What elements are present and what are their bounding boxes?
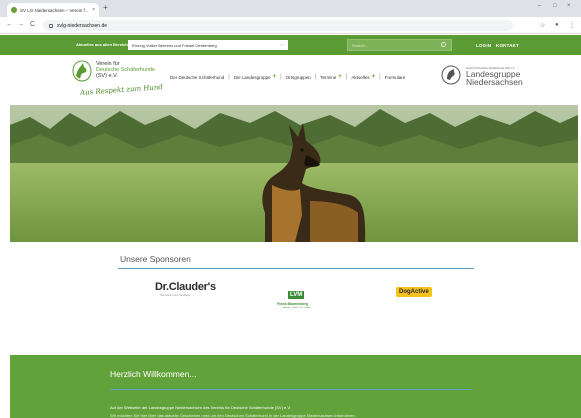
close-window-icon[interactable]: × <box>567 3 571 9</box>
nav-item[interactable]: Aktuelles <box>351 75 369 80</box>
star-icon[interactable]: ☆ <box>540 22 545 29</box>
welcome-divider <box>110 389 472 390</box>
browser-tab[interactable]: SV LG Niedersachsen – Verein f... × <box>7 3 99 17</box>
sponsor-lvm-logo[interactable]: LVM <box>288 291 305 299</box>
sponsor-drclauders-logo[interactable]: Dr.Clauder's <box>155 281 216 293</box>
sponsor-lvm-details: Agentur · Straße · Ort · Telefon <box>283 307 311 309</box>
search-input[interactable]: Search... <box>347 39 452 51</box>
main-nav: Der Deutsche Schäferhund | Die Landesgrupp… <box>170 74 405 80</box>
sponsors-divider <box>118 268 474 269</box>
sponsor-drclauders-subtitle: Tiernahrung und Tierpflege <box>160 294 190 297</box>
sv-logo-icon[interactable] <box>72 60 92 82</box>
nav-expand-icon[interactable]: + <box>273 74 277 80</box>
nav-expand-icon[interactable]: + <box>372 74 376 80</box>
favicon-icon <box>11 7 17 13</box>
logo-line-3: (SV) e.V. <box>96 73 118 79</box>
landesgruppe-title[interactable]: Landesgruppe Niedersachsen <box>466 70 523 87</box>
sponsor-dogactive-logo[interactable]: DogActive <box>396 287 432 297</box>
menu-icon[interactable]: ⋮ <box>569 22 575 29</box>
news-ticker[interactable]: Ehrung Volker Behrens und Friedel Oerden… <box>128 40 288 50</box>
nav-expand-icon[interactable]: + <box>338 74 342 80</box>
nav-separator: | <box>345 74 348 80</box>
search-placeholder: Search... <box>352 42 369 48</box>
search-icon[interactable] <box>441 42 446 47</box>
welcome-text-1: Auf der Webseite der Landesgruppe Nieder… <box>110 405 291 410</box>
nav-separator: | <box>280 74 282 80</box>
tab-close-icon[interactable]: × <box>92 7 95 13</box>
landesgruppe-crest-icon <box>441 65 461 85</box>
welcome-section <box>10 355 581 418</box>
welcome-title: Herzlich Willkommen... <box>110 369 197 379</box>
sponsor-lvm-name: Frank Blomenberg <box>277 302 308 306</box>
nav-separator: | <box>314 74 317 80</box>
aktuelles-label: Aktuelles aus allen Bereichen <box>76 42 133 47</box>
kontakt-link[interactable]: KONTAKT <box>496 43 519 48</box>
lock-icon <box>49 23 53 28</box>
nav-item[interactable]: Der Deutsche Schäferhund <box>170 75 224 80</box>
hero-image <box>10 105 578 242</box>
profile-icon[interactable]: ● <box>555 22 559 28</box>
reload-icon[interactable]: C <box>30 21 35 29</box>
browser-tabbar: SV LG Niedersachsen – Verein f... × + – … <box>0 0 581 17</box>
maximize-icon[interactable]: □ <box>553 3 557 9</box>
address-bar[interactable]: svlg-niedersachsen.de <box>43 20 513 31</box>
nav-item[interactable]: Die Landesgruppe <box>234 75 271 80</box>
new-tab-button[interactable]: + <box>103 3 108 13</box>
minimize-icon[interactable]: – <box>538 3 541 9</box>
nav-separator: | <box>379 74 381 80</box>
login-link[interactable]: LOGIN <box>476 43 491 48</box>
site-top-bar: Aktuelles aus allen Bereichen Ehrung Vol… <box>0 35 581 55</box>
forward-icon[interactable]: → <box>17 21 24 29</box>
nav-item[interactable]: Formulare <box>385 75 406 80</box>
nav-item[interactable]: Ortsgruppen <box>286 75 311 80</box>
browser-toolbar: ← → C svlg-niedersachsen.de ☆ ● ⋮ <box>0 17 581 34</box>
welcome-text-2: Wir möchten Sie hier über das aktuelle G… <box>110 413 356 418</box>
nav-separator: | <box>228 74 230 80</box>
tab-title: SV LG Niedersachsen – Verein f... <box>20 7 89 13</box>
landesgruppe-title-line-2: Niedersachsen <box>466 77 523 87</box>
logo-text[interactable]: Verein für Deutsche Schäferhunde (SV) e.… <box>96 61 155 79</box>
sponsors-title: Unsere Sponsoren <box>120 254 191 264</box>
back-icon[interactable]: ← <box>6 21 13 29</box>
nav-item[interactable]: Termine <box>320 75 336 80</box>
ticker-text[interactable]: Ehrung Volker Behrens und Friedel Oerden… <box>132 43 217 48</box>
url-text: svlg-niedersachsen.de <box>57 22 108 29</box>
ticker-arrows-icon[interactable]: ‹ › <box>280 42 284 47</box>
